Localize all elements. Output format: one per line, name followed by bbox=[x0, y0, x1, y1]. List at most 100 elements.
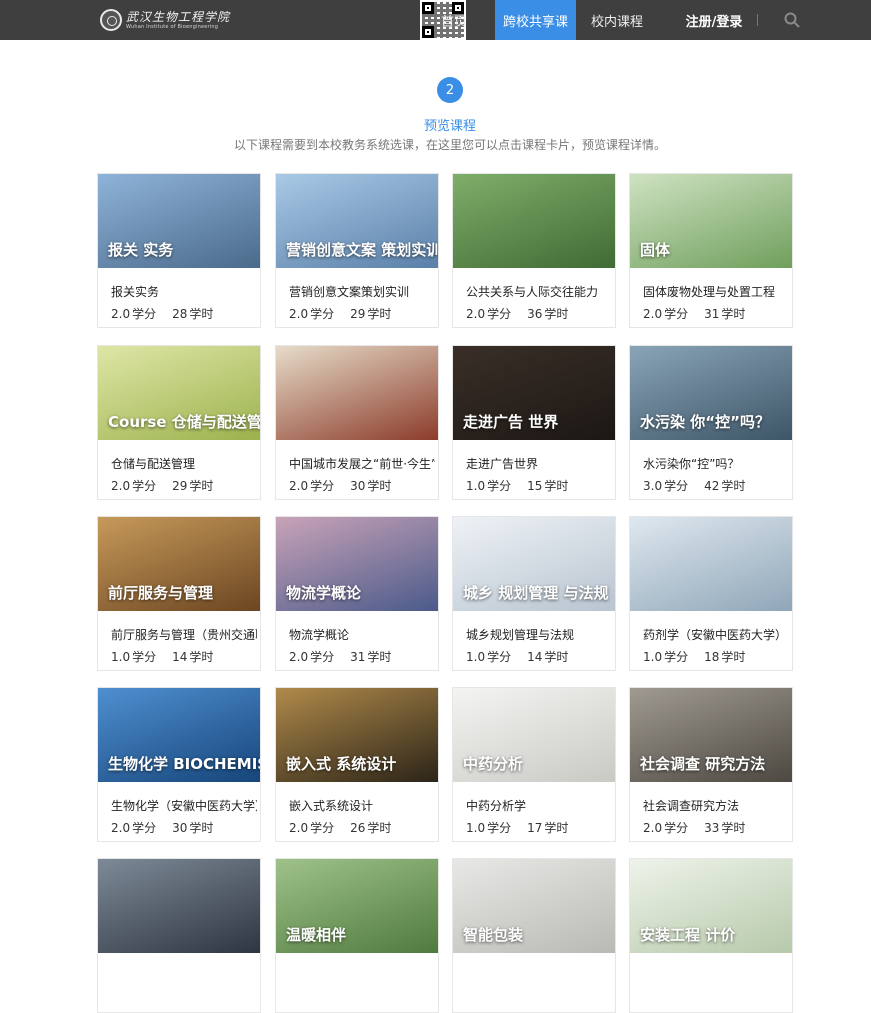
course-meta: 1.0 学分 14 学时 bbox=[111, 648, 215, 665]
step-number-badge: 2 bbox=[437, 77, 463, 103]
course-name: 药剂学（安徽中医药大学） bbox=[643, 628, 788, 642]
course-credit: 2.0 bbox=[466, 307, 486, 321]
nav-divider bbox=[757, 14, 758, 26]
hours-unit: 学时 bbox=[189, 650, 214, 664]
course-name: 城乡规划管理与法规 bbox=[466, 628, 575, 642]
course-thumbnail bbox=[630, 517, 792, 611]
course-card[interactable]: 嵌入式 系统设计 嵌入式系统设计 2.0 学分 26 学时 bbox=[275, 687, 439, 842]
course-meta: 2.0 学分 30 学时 bbox=[111, 819, 215, 836]
thumbnail-caption: 温暖相伴 bbox=[286, 926, 347, 944]
nav-home[interactable]: 首页 bbox=[436, 0, 472, 40]
thumbnail-caption: 嵌入式 系统设计 bbox=[286, 755, 397, 773]
course-card[interactable]: 城乡 规划管理 与法规 城乡规划管理与法规 1.0 学分 14 学时 bbox=[452, 516, 616, 671]
course-hours: 29 bbox=[172, 479, 188, 493]
course-hours: 36 bbox=[527, 307, 543, 321]
course-thumbnail: 社会调查 研究方法 bbox=[630, 688, 792, 782]
course-name: 固体废物处理与处置工程 bbox=[643, 285, 776, 299]
course-meta: 2.0 学分 31 学时 bbox=[643, 305, 747, 322]
course-name: 嵌入式系统设计 bbox=[289, 799, 374, 813]
course-thumbnail: Course 仓储与配送管理 bbox=[98, 346, 261, 440]
course-thumbnail: 固体 bbox=[630, 174, 792, 268]
hours-unit: 学时 bbox=[367, 307, 392, 321]
course-credit: 2.0 bbox=[289, 821, 309, 835]
course-name: 物流学概论 bbox=[289, 628, 350, 642]
credit-unit: 学分 bbox=[487, 479, 512, 493]
course-thumbnail: 温暖相伴 bbox=[276, 859, 438, 953]
logo-chinese-name: 武汉生物工程学院 bbox=[126, 9, 231, 24]
credit-unit: 学分 bbox=[487, 821, 512, 835]
course-hours: 28 bbox=[172, 307, 188, 321]
credit-unit: 学分 bbox=[310, 650, 335, 664]
course-credit: 2.0 bbox=[111, 307, 131, 321]
nav-internal-courses[interactable]: 校内课程 bbox=[586, 0, 648, 40]
hours-unit: 学时 bbox=[544, 650, 569, 664]
course-meta: 1.0 学分 17 学时 bbox=[466, 819, 570, 836]
hours-unit: 学时 bbox=[544, 479, 569, 493]
course-card[interactable] bbox=[97, 858, 261, 1013]
credit-unit: 学分 bbox=[310, 479, 335, 493]
course-meta: 1.0 学分 15 学时 bbox=[466, 477, 570, 494]
course-card[interactable]: 药剂学（安徽中医药大学） 1.0 学分 18 学时 bbox=[629, 516, 793, 671]
course-thumbnail bbox=[453, 174, 615, 268]
course-hours: 33 bbox=[704, 821, 720, 835]
course-meta: 3.0 学分 42 学时 bbox=[643, 477, 747, 494]
hours-unit: 学时 bbox=[367, 821, 392, 835]
course-name: 生物化学（安徽中医药大学） bbox=[111, 799, 257, 813]
course-card[interactable]: 温暖相伴 bbox=[275, 858, 439, 1013]
course-thumbnail: 前厅服务与管理 bbox=[98, 517, 260, 611]
course-credit: 1.0 bbox=[466, 650, 486, 664]
thumbnail-caption: Course 仓储与配送管理 bbox=[108, 413, 261, 431]
course-card[interactable]: 物流学概论 物流学概论 2.0 学分 31 学时 bbox=[275, 516, 439, 671]
hours-unit: 学时 bbox=[544, 307, 569, 321]
thumbnail-caption: 中药分析 bbox=[463, 755, 524, 773]
course-name: 中药分析学 bbox=[466, 799, 527, 813]
course-card[interactable]: 固体固体废物处理与处置工程 2.0 学分 31 学时 bbox=[629, 173, 793, 328]
school-logo[interactable]: 武汉生物工程学院 Wuhan Institute of Bioengineeri… bbox=[100, 8, 230, 32]
course-card[interactable]: 智能包装 bbox=[452, 858, 616, 1013]
course-thumbnail: 报关 实务 bbox=[98, 174, 260, 268]
course-meta: 2.0 学分 36 学时 bbox=[466, 305, 570, 322]
hours-unit: 学时 bbox=[189, 821, 214, 835]
course-credit: 3.0 bbox=[643, 479, 663, 493]
register-login-link[interactable]: 注册/登录 bbox=[682, 0, 746, 40]
course-card[interactable]: 前厅服务与管理前厅服务与管理（贵州交通职业技术学院） 1.0学分 14学时 bbox=[97, 516, 261, 671]
school-emblem-icon bbox=[100, 9, 122, 31]
course-card[interactable]: 中药分析中药分析学 1.0 学分 17 学时 bbox=[452, 687, 616, 842]
course-meta: 2.0 学分 33 学时 bbox=[643, 819, 747, 836]
course-card[interactable]: 水污染 你“控”吗？ 水污染你“控”吗？ 3.0 学分 42 学时 bbox=[629, 345, 793, 500]
hours-unit: 学时 bbox=[721, 479, 746, 493]
credit-unit: 学分 bbox=[664, 650, 689, 664]
hours-unit: 学时 bbox=[189, 479, 214, 493]
course-thumbnail: 城乡 规划管理 与法规 bbox=[453, 517, 615, 611]
course-card[interactable]: 公共关系与人际交往能力 2.0 学分 36 学时 bbox=[452, 173, 616, 328]
search-icon[interactable] bbox=[784, 12, 800, 28]
top-navbar: 武汉生物工程学院 Wuhan Institute of Bioengineeri… bbox=[0, 0, 871, 40]
thumbnail-caption: 智能包装 bbox=[463, 926, 524, 944]
course-card[interactable]: 安装工程 计价 bbox=[629, 858, 793, 1013]
course-card[interactable]: 生物化学 BIOCHEMISTRY 生物化学（安徽中医药大学） 2.0学分 30学时 bbox=[97, 687, 261, 842]
course-card[interactable]: 走进广告 世界 走进广告世界 1.0 学分 15 学时 bbox=[452, 345, 616, 500]
hours-unit: 学时 bbox=[367, 479, 392, 493]
course-name: 报关实务 bbox=[111, 285, 160, 299]
course-card[interactable]: 社会调查 研究方法 社会调查研究方法 2.0 学分 33 学时 bbox=[629, 687, 793, 842]
course-thumbnail: 智能包装 bbox=[453, 859, 615, 953]
credit-unit: 学分 bbox=[664, 307, 689, 321]
credit-unit: 学分 bbox=[664, 479, 689, 493]
course-meta: 2.0 学分 29 学时 bbox=[111, 477, 215, 494]
course-card[interactable]: 营销创意文案 策划实训 营销创意文案策划实训 2.0 学分 29 学时 bbox=[275, 173, 439, 328]
nav-shared-courses[interactable]: 跨校共享课 bbox=[495, 0, 576, 40]
course-thumbnail: 物流学概论 bbox=[276, 517, 438, 611]
course-credit: 1.0 bbox=[466, 821, 486, 835]
credit-unit: 学分 bbox=[664, 821, 689, 835]
course-meta: 2.0 学分 29 学时 bbox=[289, 305, 393, 322]
course-card[interactable]: 报关 实务 报关实务 2.0 学分 28 学时 bbox=[97, 173, 261, 328]
course-name: 仓储与配送管理 bbox=[111, 457, 196, 471]
course-name: 水污染你“控”吗？ bbox=[643, 457, 740, 471]
thumbnail-caption: 物流学概论 bbox=[286, 584, 362, 602]
thumbnail-caption: 前厅服务与管理 bbox=[108, 584, 214, 602]
course-credit: 2.0 bbox=[289, 479, 309, 493]
course-thumbnail: 中药分析 bbox=[453, 688, 615, 782]
hours-unit: 学时 bbox=[721, 650, 746, 664]
course-card[interactable]: Course 仓储与配送管理仓储与配送管理 2.0 学分 29 学时 bbox=[97, 345, 261, 500]
course-card[interactable]: 中国城市发展之“前世·今生” 2.0 学分 30 学时 bbox=[275, 345, 439, 500]
